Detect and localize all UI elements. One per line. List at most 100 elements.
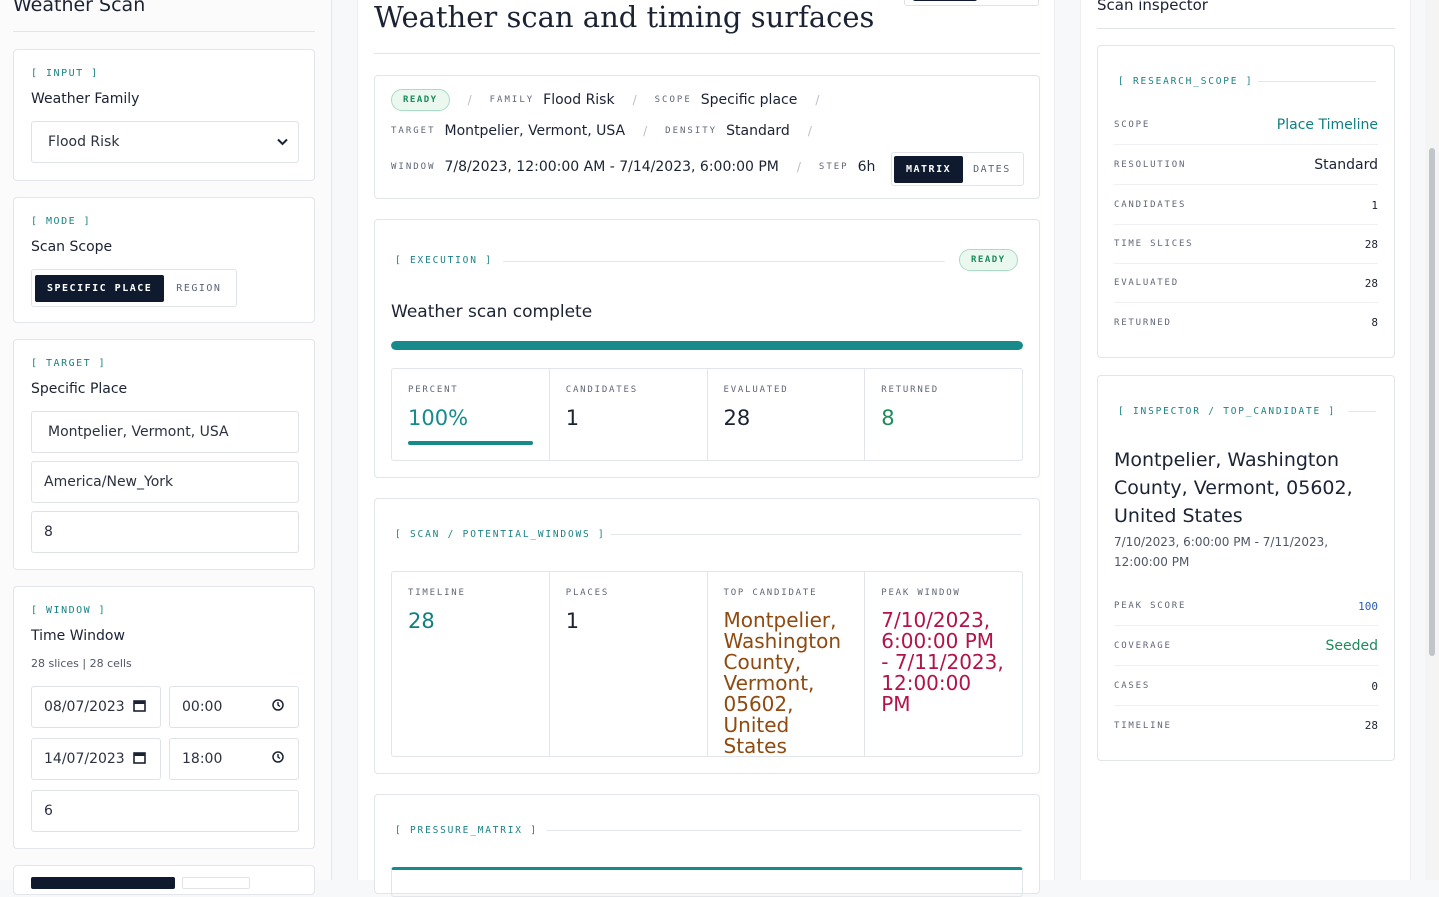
view-matrix-button[interactable]: MATRIX	[894, 155, 964, 183]
row-resolution: RESOLUTION Standard	[1114, 146, 1378, 185]
density-value: Standard	[726, 123, 790, 139]
family-key: FAMILY	[489, 95, 535, 105]
calendar-icon	[133, 751, 146, 768]
row-peak-score: PEAK SCORE 100	[1114, 587, 1378, 626]
stat-peak-window: PEAK WINDOW 7/10/2023, 6:00:00 PM - 7/11…	[865, 572, 1022, 756]
page-scrollbar[interactable]	[1425, 0, 1439, 880]
window-card: [ WINDOW ] Time Window 28 slices | 28 ce…	[13, 586, 315, 849]
right-inspector: Scan inspector [ RESEARCH_SCOPE ] SCOPE P…	[1080, 0, 1411, 880]
end-time-input[interactable]: 18:00	[169, 738, 299, 780]
execution-tag: [ EXECUTION ]	[395, 255, 493, 266]
stat-label: TOP CANDIDATE	[723, 588, 818, 598]
divider	[13, 31, 315, 32]
pressure-matrix-table	[391, 867, 1023, 897]
window-key: WINDOW	[391, 162, 436, 172]
research-scope-card: [ RESEARCH_SCOPE ] SCOPE Place Timeline R…	[1097, 45, 1395, 358]
stat-value: 100%	[408, 406, 469, 430]
reset-button[interactable]	[182, 877, 250, 889]
weather-family-value: Flood Risk	[48, 134, 120, 150]
clock-icon	[272, 699, 284, 715]
weather-family-label: Weather Family	[31, 91, 140, 107]
execution-stats: PERCENT 100% CANDIDATES 1 EVALUATED 28 R…	[391, 368, 1023, 461]
row-returned: RETURNED 8	[1114, 316, 1378, 329]
stat-value: 1	[565, 609, 580, 633]
header-action-active[interactable]	[913, 0, 977, 1]
start-time-input[interactable]: 00:00	[169, 686, 299, 728]
end-date-input[interactable]: 14/07/2023	[31, 738, 161, 780]
actions-card	[13, 865, 315, 895]
place-input[interactable]: Montpelier, Vermont, USA	[31, 411, 299, 453]
stat-value: 7/10/2023, 6:00:00 PM - 7/11/2023, 12:00…	[881, 608, 1004, 716]
summary-row-1: READY / FAMILY Flood Risk / SCOPE Specif…	[391, 89, 837, 111]
family-value: Flood Risk	[543, 92, 615, 108]
input-tag: [ INPUT ]	[31, 68, 99, 79]
target-value: Montpelier, Vermont, USA	[444, 123, 626, 139]
summary-panel: READY / FAMILY Flood Risk / SCOPE Specif…	[374, 75, 1040, 199]
inspector-title: Scan inspector	[1097, 0, 1208, 14]
execution-progress-fill	[391, 341, 1023, 350]
stat-evaluated: EVALUATED 28	[708, 369, 866, 460]
view-dates-button[interactable]: DATES	[963, 156, 1021, 183]
scan-scope-toggle: SPECIFIC PLACE REGION	[31, 269, 238, 307]
stat-label: RETURNED	[881, 385, 939, 395]
window-tag: [ WINDOW ]	[31, 605, 107, 616]
time-window-label: Time Window	[31, 628, 125, 644]
start-time-value: 00:00	[182, 699, 223, 715]
header-action-toggle[interactable]	[904, 0, 1039, 6]
scan-stats: TIMELINE 28 PLACES 1 TOP CANDIDATE Montp…	[391, 571, 1023, 757]
end-date-value: 14/07/2023	[44, 751, 125, 767]
divider	[374, 53, 1040, 54]
step-key: STEP	[818, 162, 849, 172]
execution-status-badge: READY	[959, 249, 1018, 271]
left-sidebar: Weather Scan [ INPUT ] Weather Family Fl…	[0, 0, 332, 895]
timezone-input[interactable]: America/New_York	[31, 461, 299, 503]
page-title: Weather scan and timing surfaces	[374, 0, 875, 34]
scan-panel: [ SCAN / POTENTIAL_WINDOWS ] TIMELINE 28…	[374, 498, 1040, 774]
stat-value: 8	[881, 406, 895, 430]
stat-label: EVALUATED	[723, 385, 789, 395]
stat-timeline: TIMELINE 28	[392, 572, 550, 756]
row-time-slices: TIME SLICES 28	[1114, 225, 1378, 264]
stat-label: PLACES	[565, 588, 610, 598]
start-date-input[interactable]: 08/07/2023	[31, 686, 161, 728]
start-date-value: 08/07/2023	[44, 699, 125, 715]
scope-specific-place-button[interactable]: SPECIFIC PLACE	[35, 274, 165, 302]
execution-panel: [ EXECUTION ] READY Weather scan complet…	[374, 219, 1040, 478]
chevron-down-icon	[277, 134, 288, 150]
step-value: 6h	[857, 159, 876, 175]
run-scan-button[interactable]	[31, 877, 175, 889]
count-input[interactable]: 8	[31, 511, 299, 553]
stat-top-candidate: TOP CANDIDATE Montpelier, Washington Cou…	[708, 572, 866, 757]
divider	[1097, 28, 1395, 29]
target-tag: [ TARGET ]	[31, 358, 107, 369]
execution-heading: Weather scan complete	[391, 302, 593, 322]
candidate-window: 7/10/2023, 6:00:00 PM - 7/11/2023, 12:00…	[1114, 535, 1329, 569]
stat-label: TIMELINE	[408, 588, 466, 598]
execution-progress-bar	[391, 341, 1023, 350]
row-coverage: COVERAGE Seeded	[1114, 627, 1378, 666]
stat-candidates: CANDIDATES 1	[550, 369, 708, 460]
mode-card: [ MODE ] Scan Scope SPECIFIC PLACE REGIO…	[13, 197, 315, 323]
weather-family-select[interactable]: Flood Risk	[31, 121, 299, 163]
step-input[interactable]: 6	[31, 790, 299, 832]
stat-places: PLACES 1	[550, 572, 708, 756]
specific-place-label: Specific Place	[31, 381, 128, 397]
row-timeline: TIMELINE 28	[1114, 719, 1378, 732]
status-badge: READY	[391, 89, 450, 111]
stat-label: PERCENT	[408, 385, 459, 395]
slices-summary: 28 slices | 28 cells	[31, 657, 132, 670]
density-key: DENSITY	[665, 126, 718, 136]
row-cases: CASES 0	[1114, 667, 1378, 706]
row-candidates: CANDIDATES 1	[1114, 186, 1378, 225]
pressure-matrix-panel: [ PRESSURE_MATRIX ]	[374, 794, 1040, 897]
summary-row-3: WINDOW 7/8/2023, 12:00:00 AM - 7/14/2023…	[391, 159, 876, 175]
main-panel: Weather scan and timing surfaces READY /…	[357, 0, 1055, 897]
scope-region-button[interactable]: REGION	[164, 275, 233, 302]
scope-value: Specific place	[700, 92, 798, 108]
pressure-tag: [ PRESSURE_MATRIX ]	[395, 825, 538, 836]
calendar-icon	[133, 699, 146, 716]
input-card: [ INPUT ] Weather Family Flood Risk	[13, 49, 315, 181]
scrollbar-thumb[interactable]	[1429, 148, 1435, 656]
scan-tag: [ SCAN / POTENTIAL_WINDOWS ]	[395, 529, 606, 540]
percent-mini-fill	[408, 441, 533, 445]
